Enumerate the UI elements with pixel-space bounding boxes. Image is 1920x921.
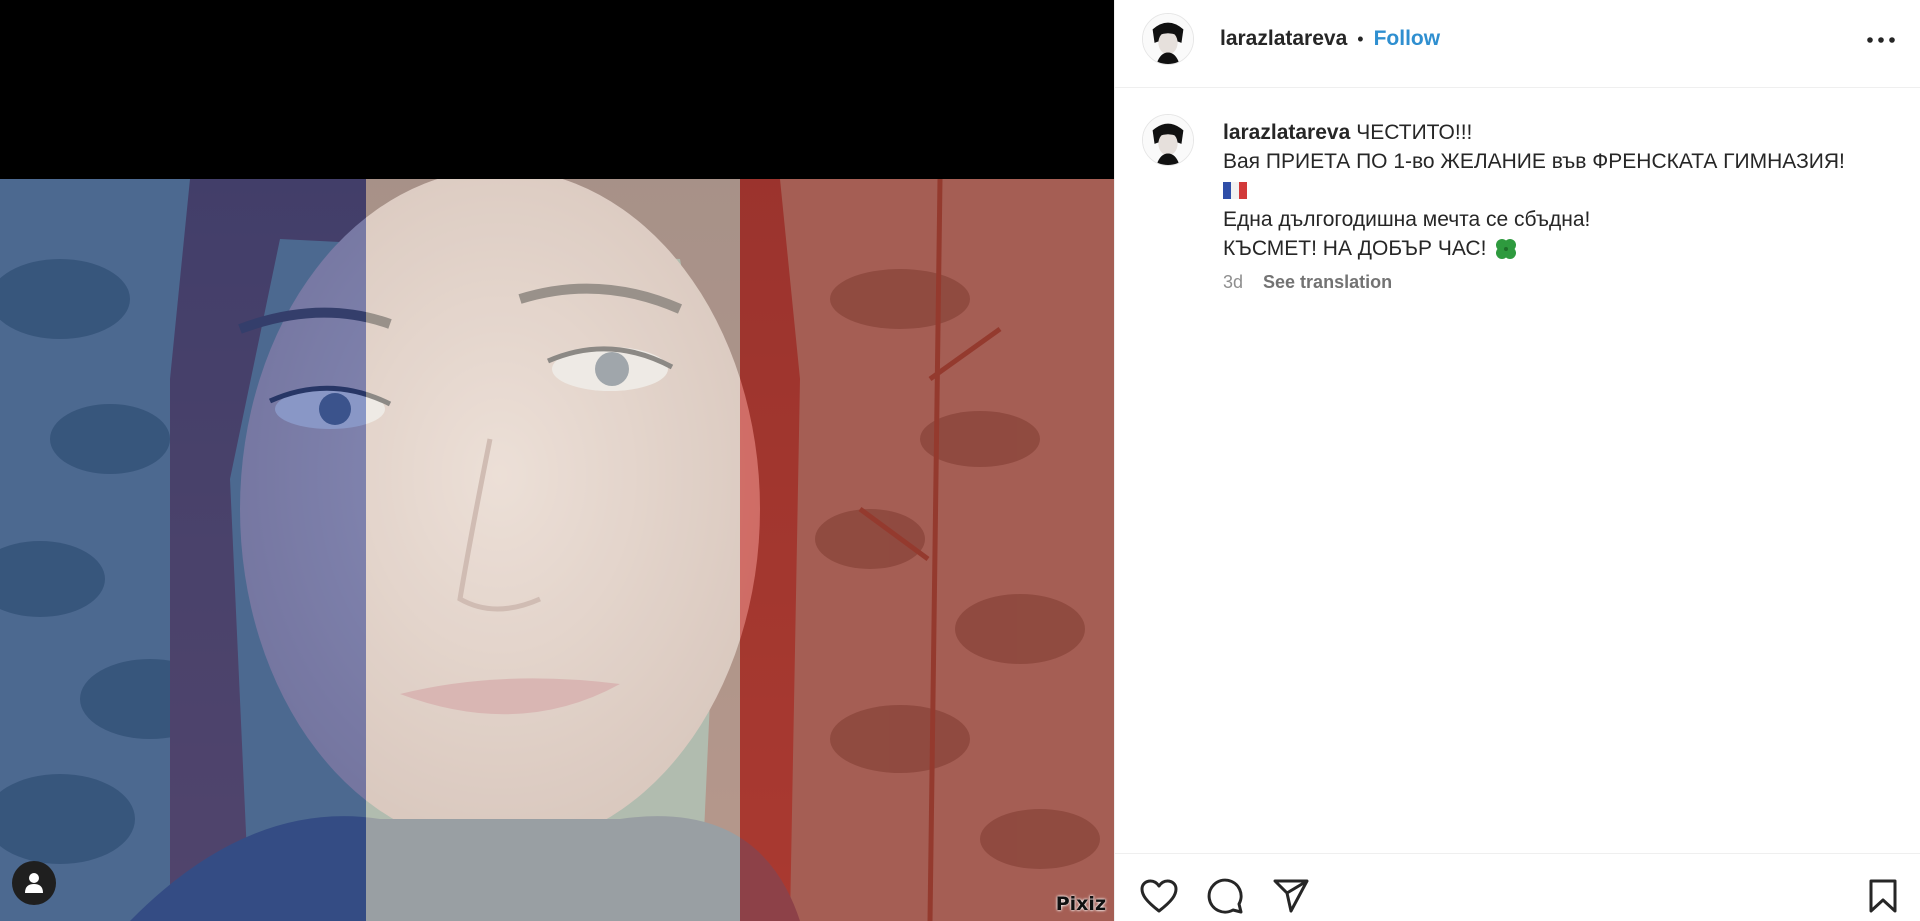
tagged-users-button[interactable] xyxy=(12,861,56,905)
caption-author-avatar[interactable] xyxy=(1142,114,1194,166)
caption-line-3: Една дългогодишна мечта се сбъдна! xyxy=(1223,208,1591,231)
heart-icon xyxy=(1140,879,1178,913)
save-button[interactable] xyxy=(1863,876,1903,916)
caption-line1-text: ЧЕСТИТО!!! xyxy=(1356,121,1473,144)
like-button[interactable] xyxy=(1139,876,1179,916)
post-photo[interactable] xyxy=(0,179,1114,921)
post-side-panel: larazlatareva • Follow larazlatareva ЧЕС… xyxy=(1114,0,1920,921)
caption-line-2: Вая ПРИЕТА ПО 1-во ЖЕЛАНИЕ във ФРЕНСКАТА… xyxy=(1223,150,1845,173)
caption-line4-text: КЪСМЕТ! НА ДОБЪР ЧАС! xyxy=(1223,237,1487,260)
post-header: larazlatareva • Follow xyxy=(1115,0,1920,88)
selfie-with-french-flag-filter xyxy=(0,179,1114,921)
post-time[interactable]: 3d xyxy=(1223,272,1243,293)
avatar-image xyxy=(1143,115,1193,165)
bookmark-icon xyxy=(1869,879,1897,913)
user-tag-icon xyxy=(25,873,43,893)
caption-line-flag xyxy=(1223,176,1903,205)
pixiz-watermark: Pixiz xyxy=(1055,893,1106,915)
caption-username[interactable]: larazlatareva xyxy=(1223,121,1350,144)
more-options-button[interactable] xyxy=(1863,24,1899,56)
share-icon xyxy=(1273,879,1309,913)
post-actions-bar xyxy=(1115,853,1920,921)
caption-line-4: КЪСМЕТ! НА ДОБЪР ЧАС! xyxy=(1223,234,1903,263)
caption-text: larazlatareva ЧЕСТИТО!!! Вая ПРИЕТА ПО 1-… xyxy=(1223,118,1903,263)
more-options-icon xyxy=(1867,37,1895,43)
post-media: Pixiz xyxy=(0,0,1114,921)
author-avatar[interactable] xyxy=(1142,13,1194,65)
header-line: larazlatareva • Follow xyxy=(1220,26,1440,52)
author-username[interactable]: larazlatareva xyxy=(1220,27,1347,51)
separator-dot: • xyxy=(1357,28,1364,49)
comment-button[interactable] xyxy=(1205,876,1245,916)
instagram-post-view: Pixiz larazlatareva • Follow larazlatare… xyxy=(0,0,1920,921)
comment-icon xyxy=(1207,878,1243,914)
avatar-image xyxy=(1143,14,1193,64)
see-translation-link[interactable]: See translation xyxy=(1263,272,1392,293)
follow-button[interactable]: Follow xyxy=(1374,27,1441,51)
caption-line-1: larazlatareva ЧЕСТИТО!!! xyxy=(1223,118,1903,147)
four-leaf-clover-icon xyxy=(1496,239,1517,260)
share-button[interactable] xyxy=(1271,876,1311,916)
caption-meta: 3d See translation xyxy=(1223,272,1392,293)
france-flag-icon xyxy=(1223,181,1247,199)
